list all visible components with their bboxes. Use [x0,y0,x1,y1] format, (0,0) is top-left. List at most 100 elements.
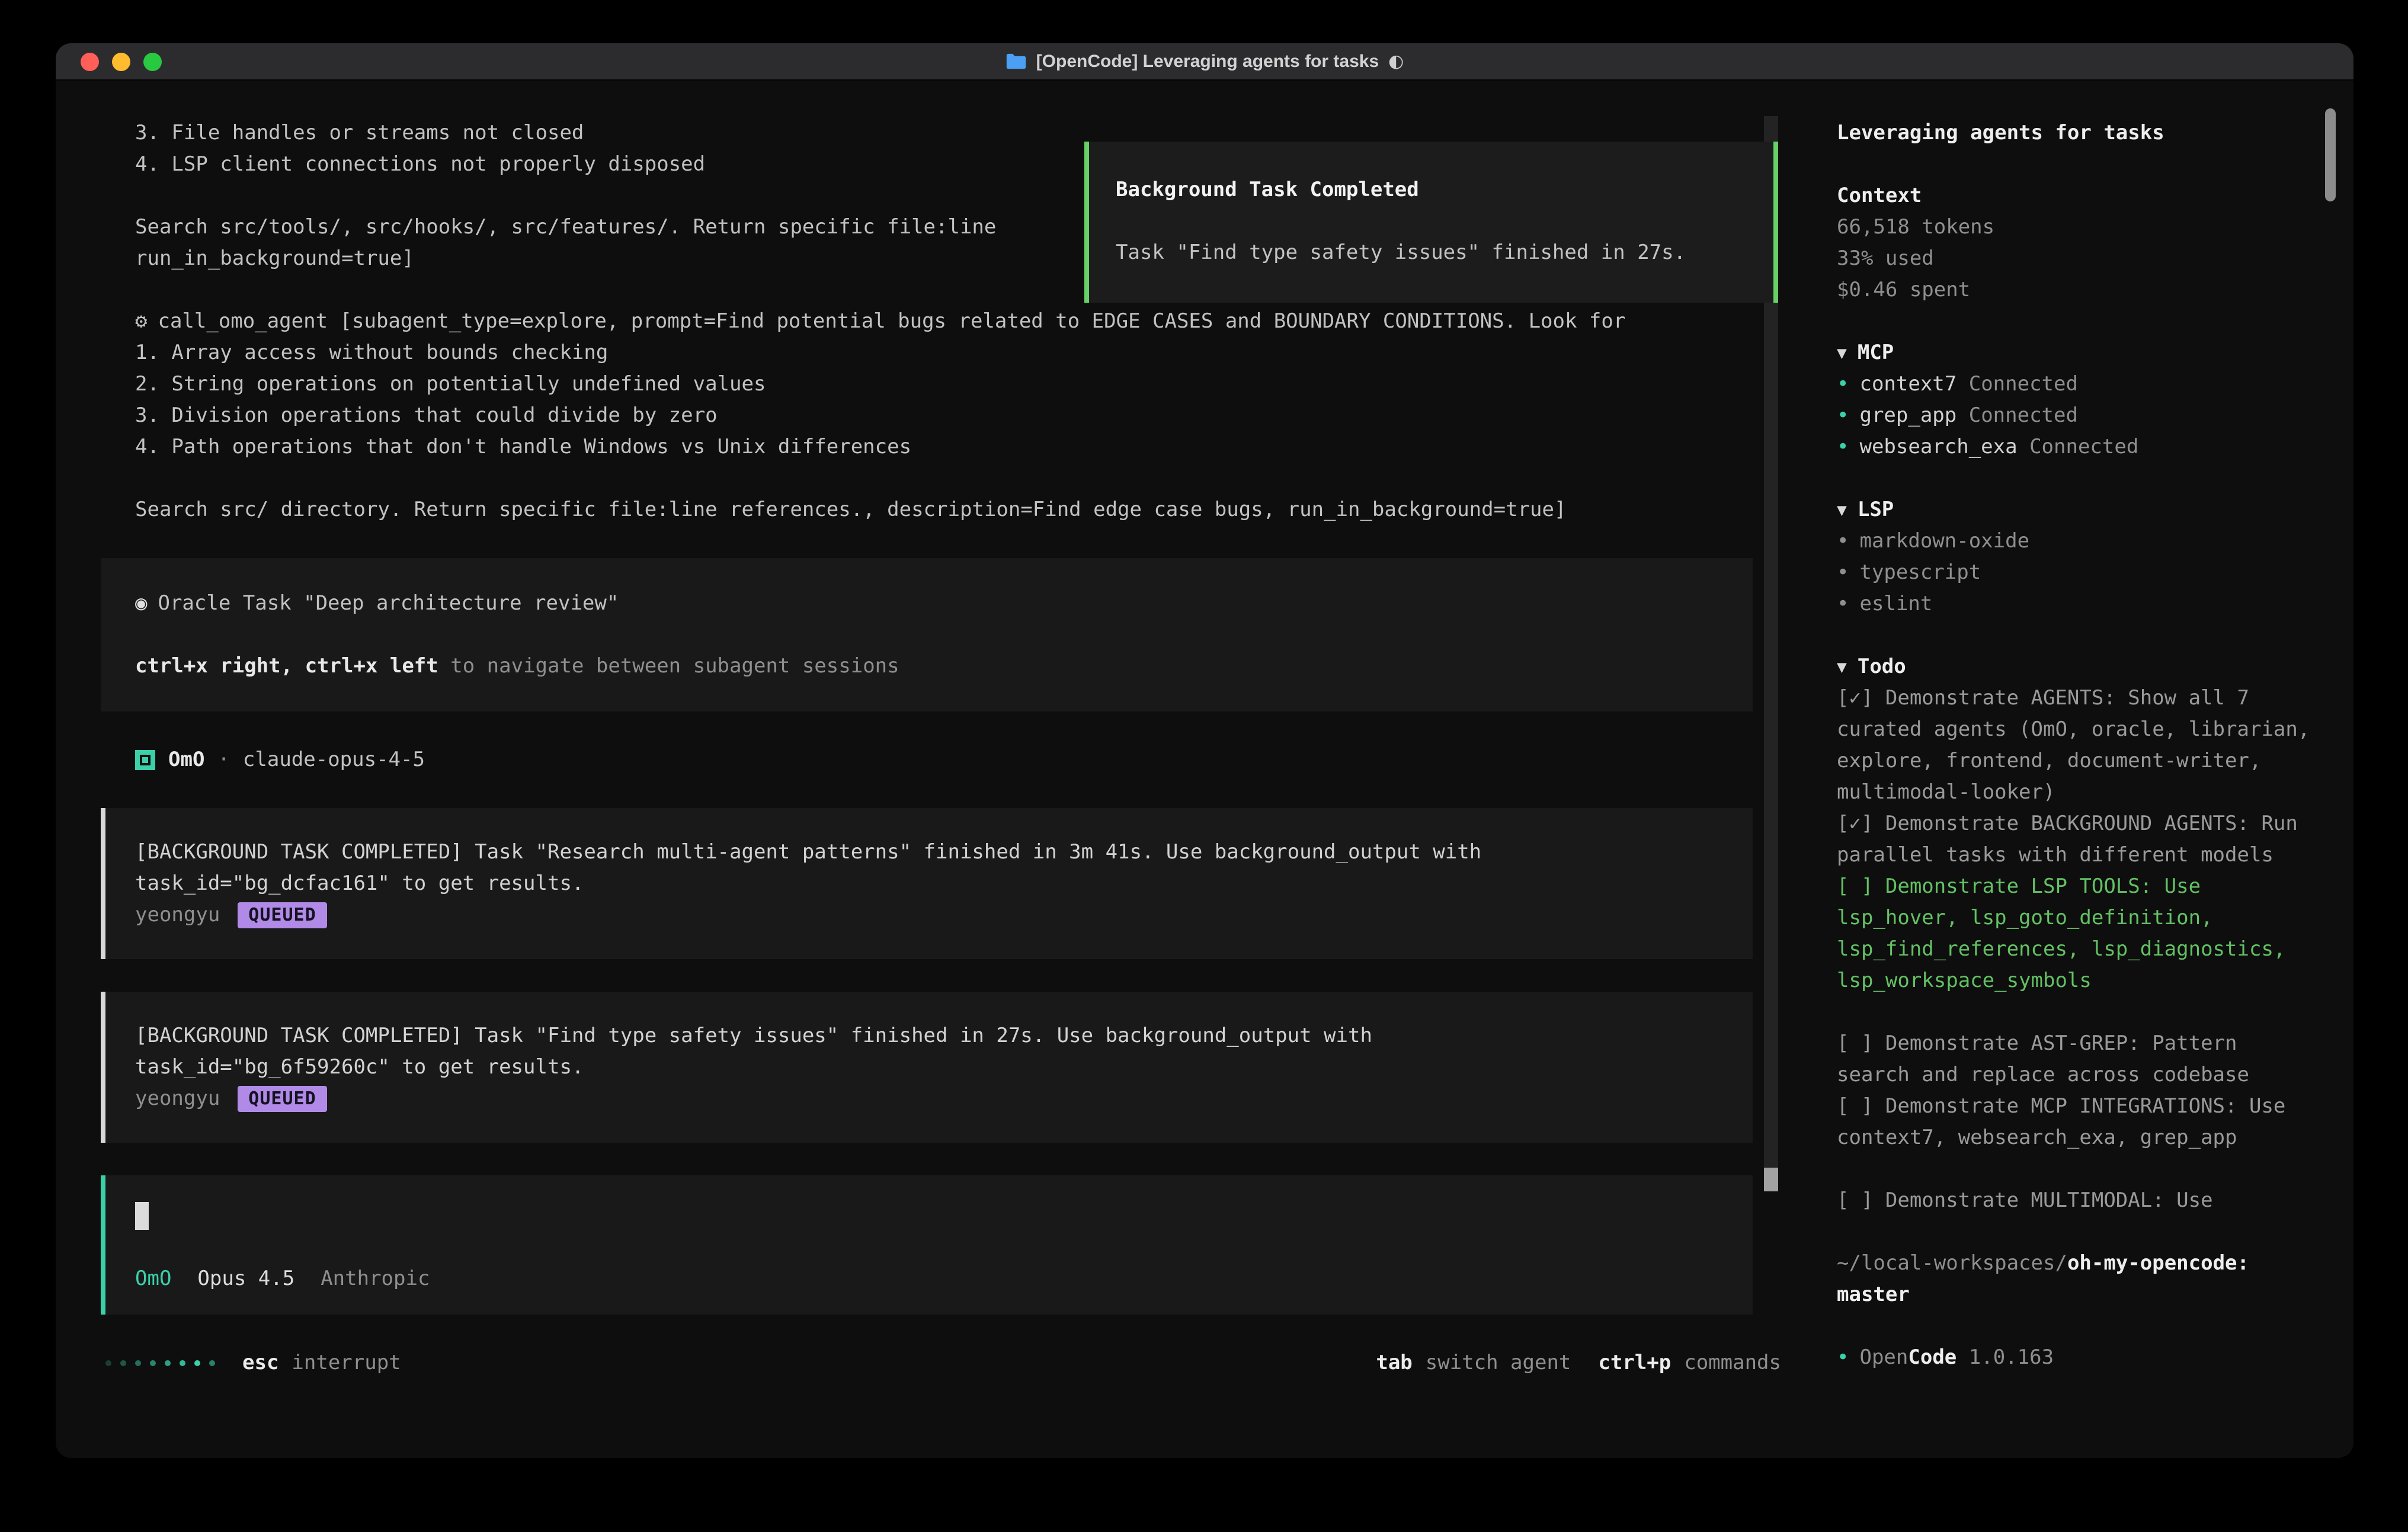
input-model-provider: Anthropic [321,1263,430,1294]
agent-status-icon [135,750,155,770]
lsp-heading: LSP [1858,494,1894,525]
mcp-section-header[interactable]: ▼ MCP [1837,337,2312,368]
close-window-button[interactable] [81,53,99,71]
message-text: task_id="bg_dcfac161" to get results. [135,868,1729,899]
context-used: 33% used [1837,243,2312,274]
agent-header: OmO · claude-opus-4-5 [101,744,1753,775]
message-meta: yeongyu QUEUED [135,1083,1729,1114]
commands-label: commands [1684,1347,1781,1379]
zoom-window-button[interactable] [143,53,162,71]
message-author: yeongyu [135,899,220,931]
activity-spinner [105,1360,215,1366]
main-scrollbar-thumb[interactable] [1764,1168,1778,1191]
tab-key: tab [1376,1347,1412,1379]
todo-heading: Todo [1858,651,1906,682]
bullet-icon: • [1837,1345,1849,1369]
session-title: Leveraging agents for tasks [1837,117,2312,149]
message-text: task_id="bg_6f59260c" to get results. [135,1052,1729,1083]
mcp-item: •websearch_exa Connected [1837,431,2312,463]
message-text: [BACKGROUND TASK COMPLETED] Task "Resear… [135,836,1729,868]
message-block: [BACKGROUND TASK COMPLETED] Task "Find t… [101,992,1753,1143]
log-line [101,463,1753,494]
oracle-hint-text: to navigate between subagent sessions [438,654,899,678]
lsp-item: •markdown-oxide [1837,525,2312,557]
agent-model: claude-opus-4-5 [243,744,425,775]
minimize-window-button[interactable] [112,53,130,71]
titlebar: [OpenCode] Leveraging agents for tasks ◐ [56,43,2353,81]
terminal-window: [OpenCode] Leveraging agents for tasks ◐… [56,43,2353,1458]
workspace-path: ~/local-workspaces/oh-my-opencode: [1837,1248,2312,1279]
toast-title: Background Task Completed [1116,174,1750,206]
oracle-task-panel: ◉Oracle Task "Deep architecture review" … [101,558,1753,711]
status-badge: QUEUED [238,902,326,928]
message-author: yeongyu [135,1083,220,1114]
toast-blank [1116,206,1750,237]
oracle-hint-keys: ctrl+x right, ctrl+x left [135,654,438,678]
gear-icon: ⚙ [135,309,147,333]
esc-hint: esc interrupt [242,1347,401,1379]
context-heading: Context [1837,180,2312,211]
oracle-title-line: ◉ Oracle Task "Deep architecture review" [135,588,1729,619]
log-line: Search src/ directory. Return specific f… [101,494,1753,525]
esc-key: esc [242,1347,278,1379]
todo-item: [ ] Demonstrate MULTIMODAL: Use [1837,1185,2312,1216]
esc-label: interrupt [292,1347,401,1379]
bullet-icon: • [1837,403,1849,427]
tab-label: switch agent [1426,1347,1571,1379]
tool-call-line: ⚙call_omo_agent [subagent_type=explore, … [101,306,1753,337]
background-task-toast: Background Task Completed Task "Find typ… [1084,142,1778,303]
statusbar: esc interrupt tab switch agent ctrl+p co… [101,1347,1781,1379]
input-agent-name: OmO [135,1263,171,1294]
todo-item: [ ] Demonstrate MCP INTEGRATIONS: Use co… [1837,1091,2312,1153]
bullet-icon: • [1837,435,1849,459]
log-line: 2. String operations on potentially unde… [101,368,1753,400]
mcp-item: •grep_app Connected [1837,400,2312,431]
folder-icon [1006,53,1027,70]
input-cursor-line [135,1200,1729,1232]
lsp-item: •typescript [1837,557,2312,588]
prompt-input[interactable]: OmO Opus 4.5 Anthropic [101,1175,1753,1315]
chat-log-pane: 3. File handles or streams not closed 4.… [56,81,1836,1458]
oracle-icon: ◉ [135,591,147,615]
todo-section-header[interactable]: ▼ Todo [1837,651,2312,682]
todo-item: [✓] Demonstrate AGENTS: Show all 7 curat… [1837,682,2312,808]
context-spent: $0.46 spent [1837,274,2312,306]
context-tokens: 66,518 tokens [1837,211,2312,243]
bullet-icon: • [1837,372,1849,396]
log-line: 3. Division operations that could divide… [101,400,1753,431]
bullet-icon: • [1837,529,1849,553]
oracle-hint-line: ctrl+x right, ctrl+x left to navigate be… [135,650,1729,682]
window-title-text: [OpenCode] Leveraging agents for tasks [1036,52,1379,72]
window-title: [OpenCode] Leveraging agents for tasks ◐ [1006,51,1404,72]
chevron-down-icon: ▼ [1837,651,1847,682]
message-meta: yeongyu QUEUED [135,899,1729,931]
lsp-section-header[interactable]: ▼ LSP [1837,494,2312,525]
message-block: [BACKGROUND TASK COMPLETED] Task "Resear… [101,808,1753,959]
bullet-icon: • [1837,592,1849,616]
toast-body: Task "Find type safety issues" finished … [1116,237,1750,268]
text-cursor [135,1202,149,1230]
chevron-down-icon: ▼ [1837,494,1847,525]
agent-separator: · [217,744,229,775]
lsp-item: •eslint [1837,588,2312,620]
mcp-heading: MCP [1858,337,1894,368]
message-text: [BACKGROUND TASK COMPLETED] Task "Find t… [135,1020,1729,1052]
ctrl-p-key: ctrl+p [1598,1347,1671,1379]
traffic-lights [81,53,162,71]
window-content: 3. File handles or streams not closed 4.… [56,81,2353,1458]
mcp-item: •context7 Connected [1837,368,2312,400]
oracle-blank [135,619,1729,650]
todo-item: [ ] Demonstrate LSP TOOLS: Use lsp_hover… [1837,871,2312,996]
log-line: 4. Path operations that don't handle Win… [101,431,1753,463]
sidebar-scrollbar-thumb[interactable] [2325,108,2336,201]
model-row: OmO Opus 4.5 Anthropic [135,1263,1729,1294]
status-badge: QUEUED [238,1086,326,1112]
todo-item: [✓] Demonstrate BACKGROUND AGENTS: Run p… [1837,808,2312,871]
oracle-title: Oracle Task "Deep architecture review" [158,591,619,615]
chevron-down-icon: ▼ [1837,337,1847,368]
tab-hint: tab switch agent [1376,1347,1571,1379]
sidebar: Leveraging agents for tasks Context 66,5… [1836,81,2353,1458]
agent-name: OmO [168,744,204,775]
bullet-icon: • [1837,560,1849,584]
todo-item: [ ] Demonstrate AST-GREP: Pattern search… [1837,1028,2312,1091]
